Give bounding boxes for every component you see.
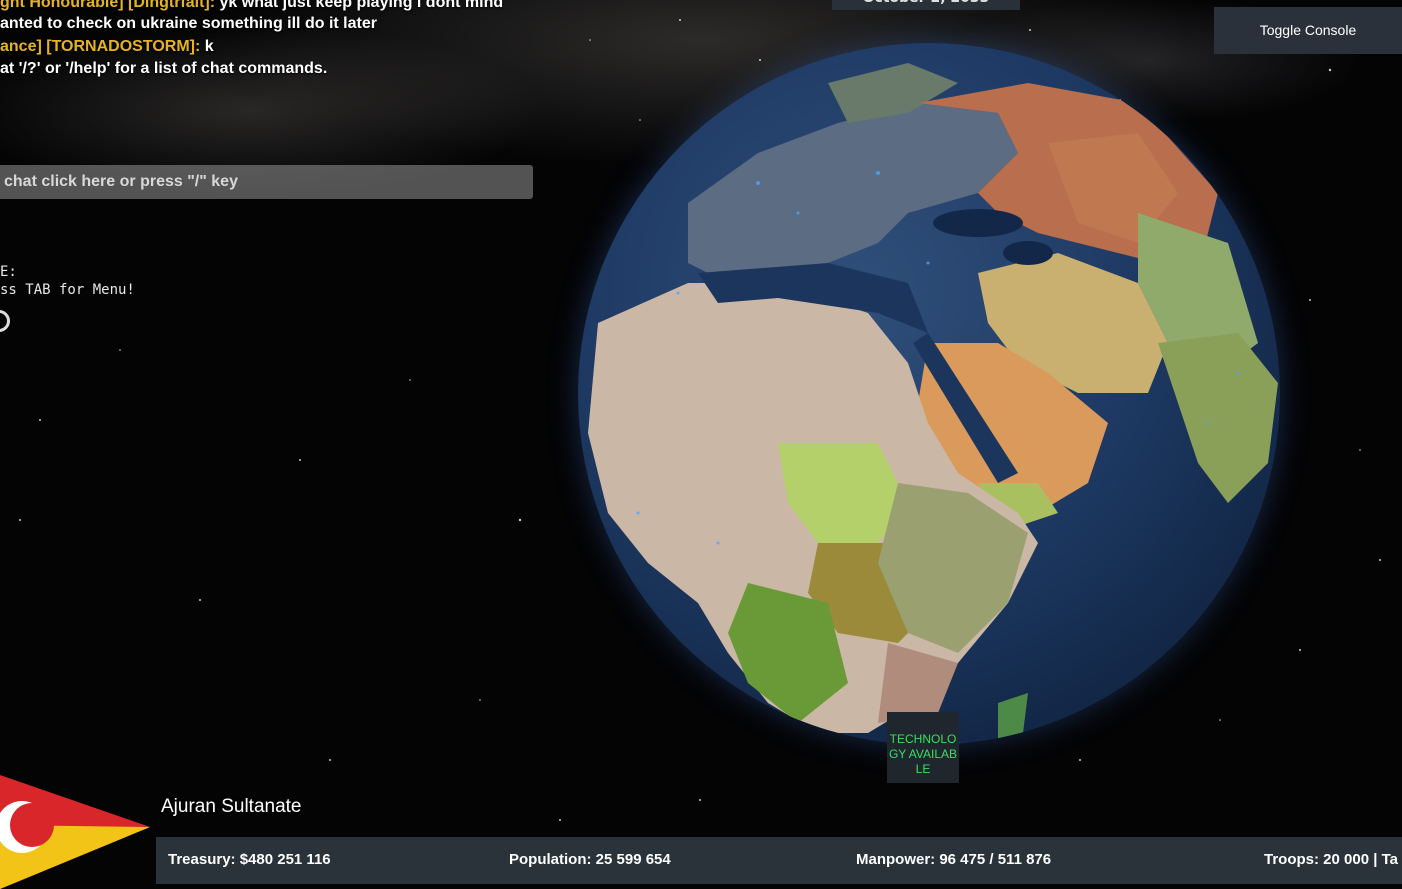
earth-globe[interactable] xyxy=(578,43,1280,745)
technology-available-button[interactable]: TECHNOLOGY AVAILABLE xyxy=(887,712,959,783)
globe-map xyxy=(588,63,1278,743)
chat-text: anted to check on ukraine something ill … xyxy=(0,15,377,32)
chat-sender: ance] [TORNADOSTORM]: xyxy=(0,38,201,55)
nation-flag[interactable] xyxy=(0,775,150,889)
console-line: E: xyxy=(0,264,17,280)
stats-bar: Treasury: $480 251 116 Population: 25 59… xyxy=(156,837,1402,884)
game-date: October 2, 2033 xyxy=(832,0,1020,10)
console-line: ss TAB for Menu! xyxy=(0,282,135,298)
chat-input-placeholder: chat click here or press "/" key xyxy=(4,173,238,190)
chat-text: yk what just keep playing i dont mind xyxy=(215,0,504,11)
chat-text: at '/?' or '/help' for a list of chat co… xyxy=(0,60,328,77)
chat-input[interactable]: chat click here or press "/" key xyxy=(0,165,533,199)
chat-sender: ght Honourable] [Dingtrfalt]: xyxy=(0,0,216,11)
toggle-console-button[interactable]: Toggle Console xyxy=(1214,7,1402,54)
chat-message: ance] [TORNADOSTORM]: k xyxy=(0,38,214,56)
chat-message: ght Honourable] [Dingtrfalt]: yk what ju… xyxy=(0,0,503,12)
chat-text: k xyxy=(200,38,214,55)
chat-message: at '/?' or '/help' for a list of chat co… xyxy=(0,60,327,78)
nation-name: Ajuran Sultanate xyxy=(161,796,302,817)
population-stat: Population: 25 599 654 xyxy=(509,851,671,868)
troops-stat: Troops: 20 000 | Ta xyxy=(1264,851,1398,868)
manpower-stat: Manpower: 96 475 / 511 876 xyxy=(856,851,1052,868)
treasury-stat: Treasury: $480 251 116 xyxy=(168,851,331,868)
chat-message: anted to check on ukraine something ill … xyxy=(0,15,377,33)
